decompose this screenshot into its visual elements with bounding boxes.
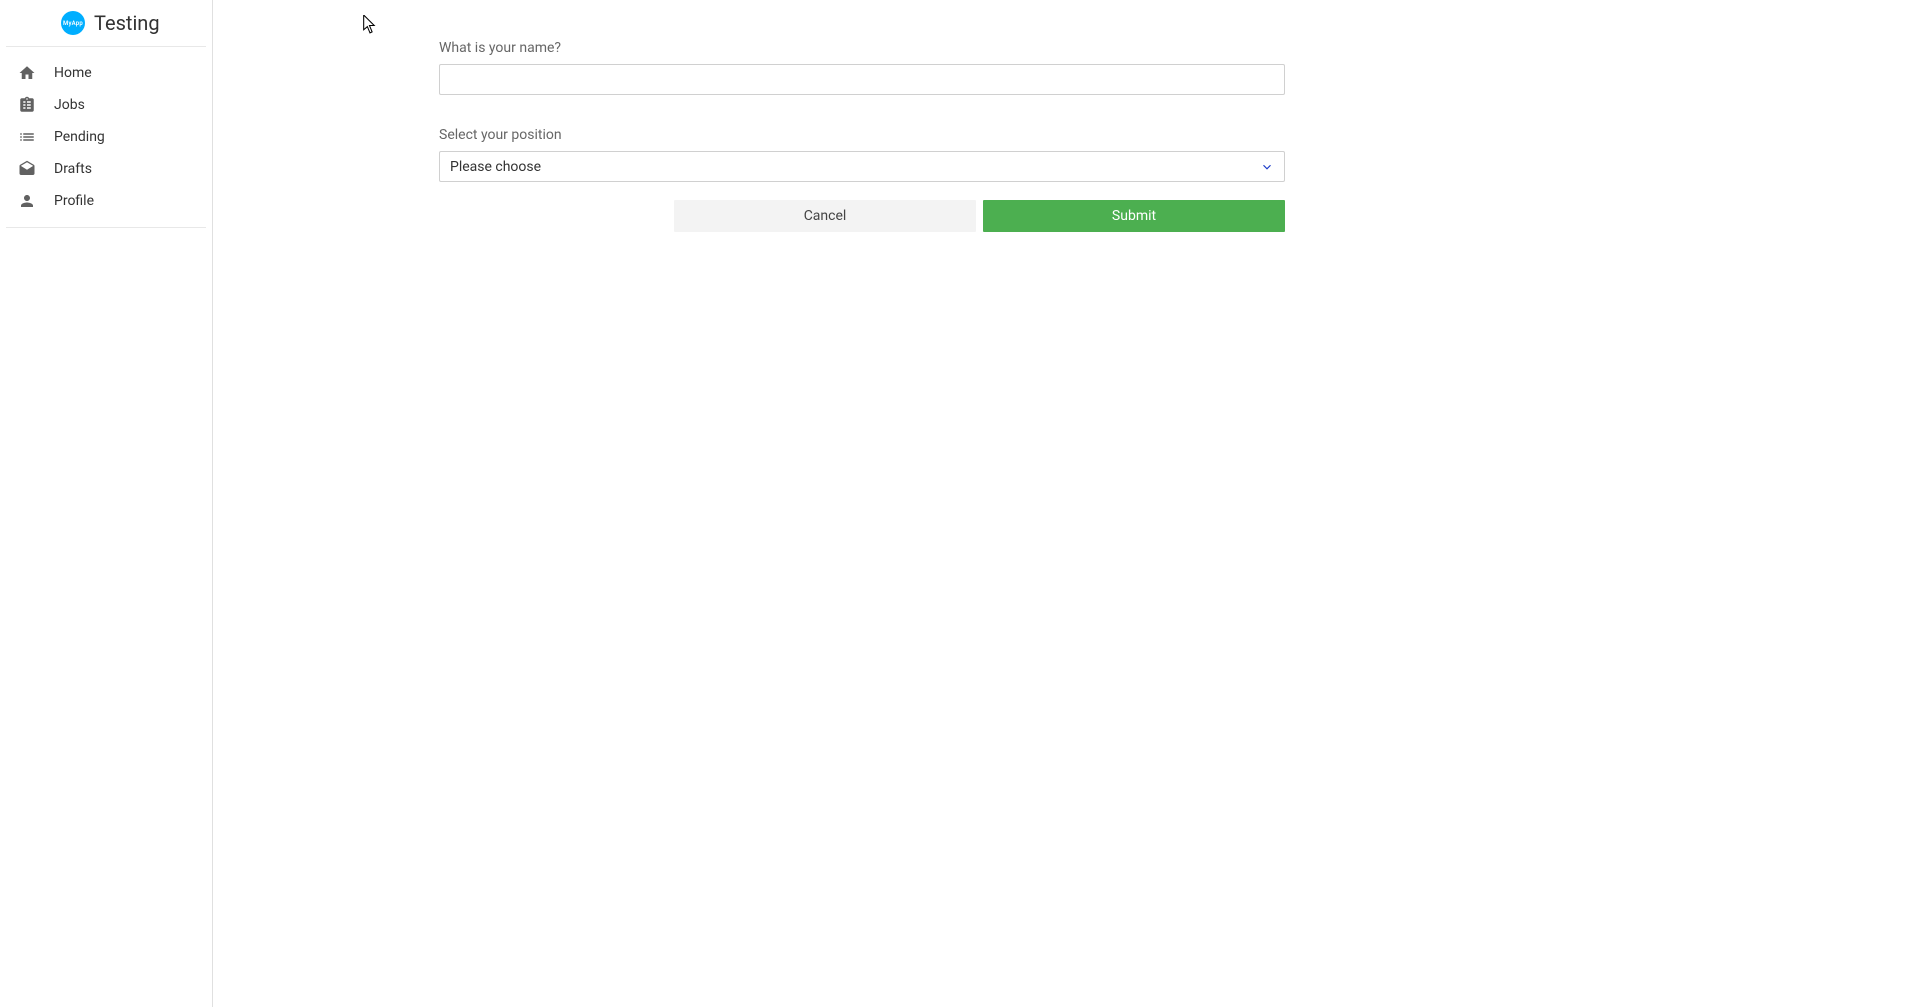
sidebar-item-label: Profile <box>54 193 94 209</box>
brand-logo: MyApp <box>61 11 85 35</box>
position-select[interactable]: Please choose <box>439 151 1285 182</box>
form-actions: Cancel Submit <box>439 200 1285 232</box>
sidebar-item-label: Jobs <box>54 97 85 113</box>
sidebar-item-home[interactable]: Home <box>6 57 206 89</box>
brand: MyApp Testing <box>6 0 206 47</box>
nav-list: Home Jobs Pending Drafts <box>0 47 212 228</box>
sidebar-item-label: Drafts <box>54 161 92 177</box>
clipboard-icon <box>18 96 36 114</box>
cancel-button[interactable]: Cancel <box>674 200 976 232</box>
position-selected-value: Please choose <box>450 159 541 175</box>
name-input[interactable] <box>439 64 1285 95</box>
sidebar-item-drafts[interactable]: Drafts <box>6 153 206 185</box>
form: What is your name? Select your position … <box>439 40 1285 232</box>
person-icon <box>18 192 36 210</box>
sidebar: MyApp Testing Home Jobs Pending <box>0 0 213 1007</box>
position-label: Select your position <box>439 127 1285 143</box>
sidebar-item-jobs[interactable]: Jobs <box>6 89 206 121</box>
sidebar-item-label: Pending <box>54 129 105 145</box>
home-icon <box>18 64 36 82</box>
sidebar-item-profile[interactable]: Profile <box>6 185 206 217</box>
name-label: What is your name? <box>439 40 1285 56</box>
brand-title: Testing <box>94 11 160 35</box>
list-icon <box>18 128 36 146</box>
cursor-icon <box>363 15 377 35</box>
sidebar-item-pending[interactable]: Pending <box>6 121 206 153</box>
form-group-position: Select your position Please choose <box>439 127 1285 182</box>
chevron-down-icon <box>1260 160 1274 174</box>
form-group-name: What is your name? <box>439 40 1285 95</box>
sidebar-item-label: Home <box>54 65 92 81</box>
mail-icon <box>18 160 36 178</box>
submit-button[interactable]: Submit <box>983 200 1285 232</box>
main-content: What is your name? Select your position … <box>213 0 1920 1007</box>
